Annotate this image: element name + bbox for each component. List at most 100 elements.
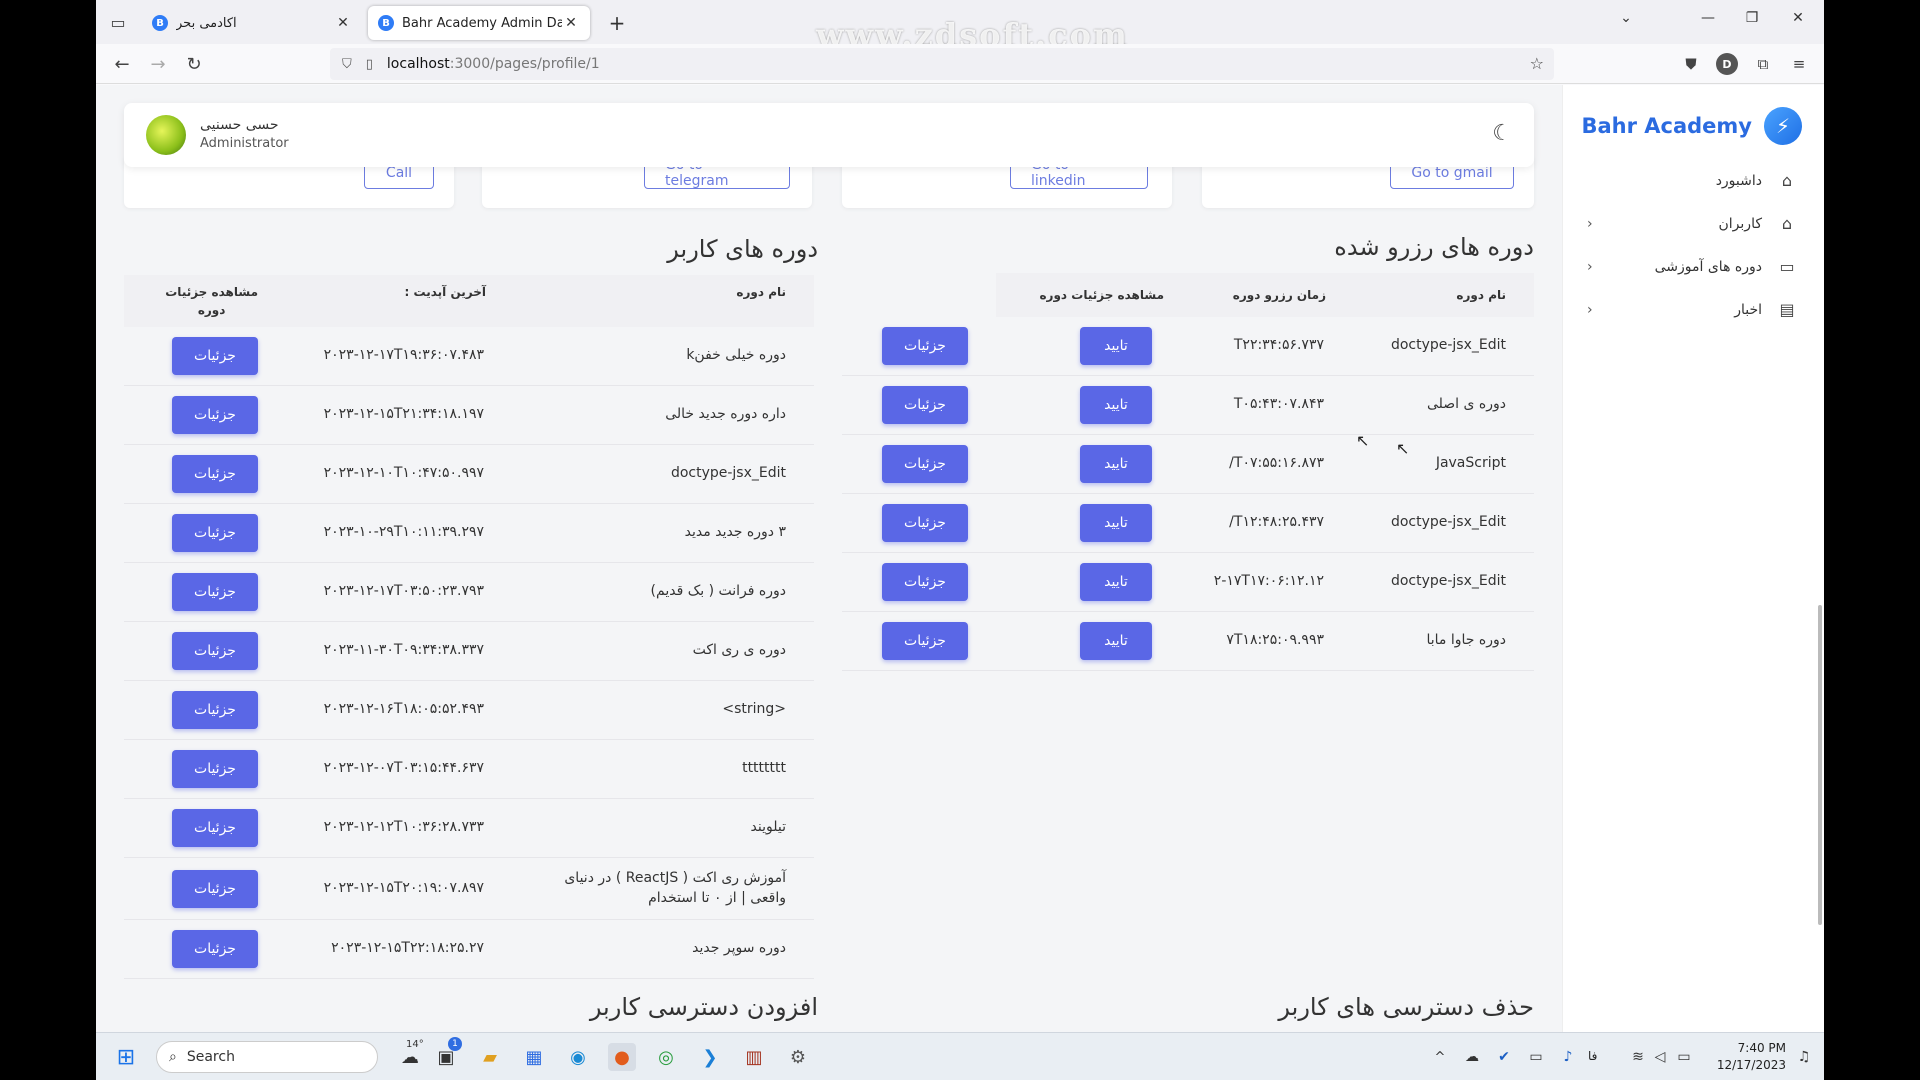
cast-icon[interactable]: ▭ xyxy=(1522,1043,1550,1071)
details-button[interactable]: جزئیات xyxy=(172,455,258,493)
restore-icon[interactable]: ❐ xyxy=(1740,10,1764,26)
bookmark-star-icon[interactable]: ☆ xyxy=(1530,54,1544,73)
approve-button[interactable]: تایید xyxy=(1080,386,1152,424)
tab-overflow-chevron-icon[interactable]: ⌄ xyxy=(1614,10,1638,26)
table-row: doctype-jsx_Edit ۲-۱۷T۱۷:۰۶:۱۲.۱۲ تایید جزئ… xyxy=(842,553,1534,612)
details-button[interactable]: جزئیات xyxy=(172,573,258,611)
taskbar-search[interactable]: ⌕ Search xyxy=(156,1041,378,1073)
edge-icon[interactable]: ◉ xyxy=(564,1043,592,1071)
settings-gear-icon[interactable]: ⚙ xyxy=(784,1043,812,1071)
column-header-details: مشاهده جزئیات دوره xyxy=(165,283,258,319)
clock-date[interactable]: 12/17/2023 xyxy=(1716,1058,1786,1072)
notification-bell-icon[interactable]: ♫ xyxy=(1790,1043,1818,1071)
tray-app-icon[interactable]: ✔ xyxy=(1490,1043,1518,1071)
details-button[interactable]: جزئیات xyxy=(172,870,258,908)
sidebar-item-news[interactable]: ▤ اخبار ‹ xyxy=(1563,288,1824,331)
mouse-cursor-icon: ↖ xyxy=(1356,431,1370,450)
sidebar-item-courses[interactable]: ▭ دوره های آموزشی ‹ xyxy=(1563,245,1824,288)
search-placeholder: Search xyxy=(186,1049,235,1065)
tab-admin-dashboard[interactable]: B Bahr Academy Admin Dashboard ✕ xyxy=(368,6,590,40)
search-icon: ⌕ xyxy=(169,1049,177,1065)
last-update: ۲۰۲۳-۱۲-۱۷T۱۹:۳۶:۰۷.۴۸۳ xyxy=(323,347,484,363)
approve-button[interactable]: تایید xyxy=(1080,445,1152,483)
account-icon[interactable]: D xyxy=(1716,53,1738,75)
sidebar-item-users[interactable]: ⌂ کاربران ‹ xyxy=(1563,202,1824,245)
brand[interactable]: ⚡ Bahr Academy xyxy=(1563,85,1824,145)
details-button[interactable]: جزئیات xyxy=(172,809,258,847)
details-button[interactable]: جزئیات xyxy=(172,632,258,670)
minimize-icon[interactable]: — xyxy=(1696,10,1720,26)
tab-title: Bahr Academy Admin Dashboard xyxy=(402,15,562,31)
details-button[interactable]: جزئیات xyxy=(172,396,258,434)
table-row: داره دوره جدید خالی ۲۰۲۳-۱۲-۱۵T۲۱:۳۴:۱۸.۱… xyxy=(124,386,814,445)
course-name: tttttttt xyxy=(742,760,786,776)
details-button[interactable]: جزئیات xyxy=(172,750,258,788)
file-explorer-icon[interactable]: ▰ xyxy=(476,1043,504,1071)
tab-bahr-academy[interactable]: B آکادمی بحر ✕ xyxy=(142,6,362,40)
tab-bar: ▭ B آکادمی بحر ✕ B Bahr Academy Admin Da… xyxy=(96,0,1824,54)
approve-button[interactable]: تایید xyxy=(1080,327,1152,365)
winrar-icon[interactable]: ▥ xyxy=(740,1043,768,1071)
course-name: دوره ی اصلی xyxy=(1426,396,1506,412)
column-header-details: مشاهده جزئیات دوره xyxy=(1039,288,1164,302)
extensions-icon[interactable]: ⧉ xyxy=(1752,53,1774,75)
details-button[interactable]: جزئیات xyxy=(172,337,258,375)
close-window-icon[interactable]: ✕ xyxy=(1786,10,1810,26)
approve-button[interactable]: تایید xyxy=(1080,622,1152,660)
reserve-time: T۰۵:۴۳:۰۷.۸۴۳ xyxy=(1233,396,1324,412)
back-icon[interactable]: ← xyxy=(110,52,134,76)
close-tab-icon[interactable]: ✕ xyxy=(334,14,352,32)
avatar[interactable] xyxy=(146,115,186,155)
chrome-icon[interactable]: ◎ xyxy=(652,1043,680,1071)
tab-list-icon[interactable]: ▭ xyxy=(96,0,140,44)
microphone-icon[interactable]: ♪ xyxy=(1554,1043,1582,1071)
details-button[interactable]: جزئیات xyxy=(882,563,968,601)
approve-button[interactable]: تایید xyxy=(1080,504,1152,542)
chevron-left-icon: ‹ xyxy=(1587,258,1593,275)
user-courses-title: دوره های کاربر xyxy=(667,235,818,263)
store-icon[interactable]: ▦ xyxy=(520,1043,548,1071)
details-button[interactable]: جزئیات xyxy=(882,327,968,365)
table-row: آموزش ری اکت ( ReactJS ) در دنیای واقعی … xyxy=(124,858,814,920)
reserve-time: ۲-۱۷T۱۷:۰۶:۱۲.۱۲ xyxy=(1213,573,1324,589)
vscode-icon[interactable]: ❯ xyxy=(696,1043,724,1071)
details-button[interactable]: جزئیات xyxy=(172,514,258,552)
shield-icon[interactable]: ⛉ xyxy=(342,57,352,72)
tray-chevron-up-icon[interactable]: ^ xyxy=(1426,1043,1454,1071)
sidebar-item-dashboard[interactable]: ⌂ داشبورد xyxy=(1563,159,1824,202)
windows-start-icon[interactable]: ⊞ xyxy=(112,1043,140,1071)
details-button[interactable]: جزئیات xyxy=(172,691,258,729)
battery-icon[interactable]: ▭ xyxy=(1670,1043,1698,1071)
table-row: <string> ۲۰۲۳-۱۲-۱۶T۱۸:۰۵:۵۲.۴۹۳ جزئیات xyxy=(124,681,814,740)
onedrive-cloud-icon[interactable]: ☁ xyxy=(1458,1043,1486,1071)
menu-icon[interactable]: ≡ xyxy=(1788,53,1810,75)
dark-mode-moon-icon[interactable]: ☾ xyxy=(1492,121,1512,146)
page-scrollbar[interactable] xyxy=(1818,605,1822,925)
details-button[interactable]: جزئیات xyxy=(172,930,258,968)
close-tab-icon[interactable]: ✕ xyxy=(562,14,580,32)
firefox-icon[interactable]: ● xyxy=(608,1043,636,1071)
table-row: tttttttt ۲۰۲۳-۱۲-۰۷T۰۳:۱۵:۴۴.۶۳۷ جزئیات xyxy=(124,740,814,799)
details-button[interactable]: جزئیات xyxy=(882,386,968,424)
last-update: ۲۰۲۳-۱۲-۱۰T۱۰:۴۷:۵۰.۹۹۷ xyxy=(323,465,484,481)
sidebar-item-label: اخبار xyxy=(1734,301,1762,318)
pocket-icon[interactable]: ⛊ xyxy=(1680,53,1702,75)
details-button[interactable]: جزئیات xyxy=(882,622,968,660)
column-header-name: نام دوره xyxy=(736,285,786,299)
chevron-left-icon: ‹ xyxy=(1587,215,1593,232)
clock-time[interactable]: 7:40 PM xyxy=(1716,1041,1786,1055)
details-button[interactable]: جزئیات xyxy=(882,504,968,542)
details-button[interactable]: جزئیات xyxy=(882,445,968,483)
last-update: ۲۰۲۳-۱۲-۱۵T۲۱:۳۴:۱۸.۱۹۷ xyxy=(323,406,484,422)
url-bar[interactable]: ⛉ ▯ localhost :3000/pages/profile/1 ☆ xyxy=(330,48,1554,80)
reload-icon[interactable]: ↻ xyxy=(182,52,206,76)
new-tab-icon[interactable]: + xyxy=(604,10,630,36)
reserve-time: /T۱۲:۴۸:۲۵.۴۳۷ xyxy=(1229,514,1324,530)
language-indicator[interactable]: فا xyxy=(1588,1049,1597,1063)
table-header: نام دوره آخرین آپدیت : مشاهده جزئیات دور… xyxy=(124,275,814,327)
forward-icon[interactable]: → xyxy=(146,52,170,76)
approve-button[interactable]: تایید xyxy=(1080,563,1152,601)
course-name: دوره خیلی خفنk xyxy=(686,347,786,363)
course-name: <string> xyxy=(722,701,786,717)
course-name: تیلویند xyxy=(750,819,786,835)
